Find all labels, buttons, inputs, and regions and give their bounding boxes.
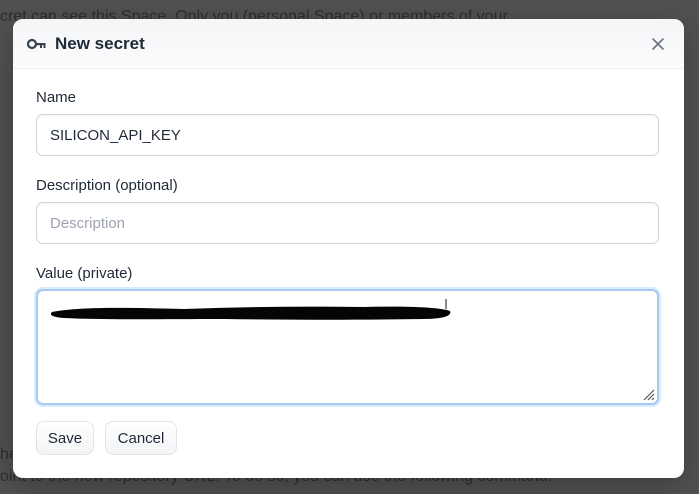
dialog-title: New secret bbox=[55, 33, 145, 53]
redaction-mark bbox=[50, 299, 451, 320]
cancel-button[interactable]: Cancel bbox=[105, 421, 177, 455]
description-input[interactable] bbox=[36, 202, 659, 244]
description-label: Description (optional) bbox=[36, 177, 178, 194]
dialog-header: New secret bbox=[13, 19, 684, 69]
key-icon bbox=[27, 37, 47, 51]
value-label: Value (private) bbox=[36, 265, 133, 282]
close-icon[interactable] bbox=[650, 36, 666, 52]
name-label: Name bbox=[36, 89, 77, 106]
save-button[interactable]: Save bbox=[36, 421, 94, 455]
name-input[interactable] bbox=[36, 114, 659, 156]
new-secret-dialog: New secret Name Description (optional) V… bbox=[13, 19, 684, 478]
resize-handle-icon[interactable] bbox=[641, 387, 655, 401]
value-textarea[interactable] bbox=[36, 289, 659, 405]
